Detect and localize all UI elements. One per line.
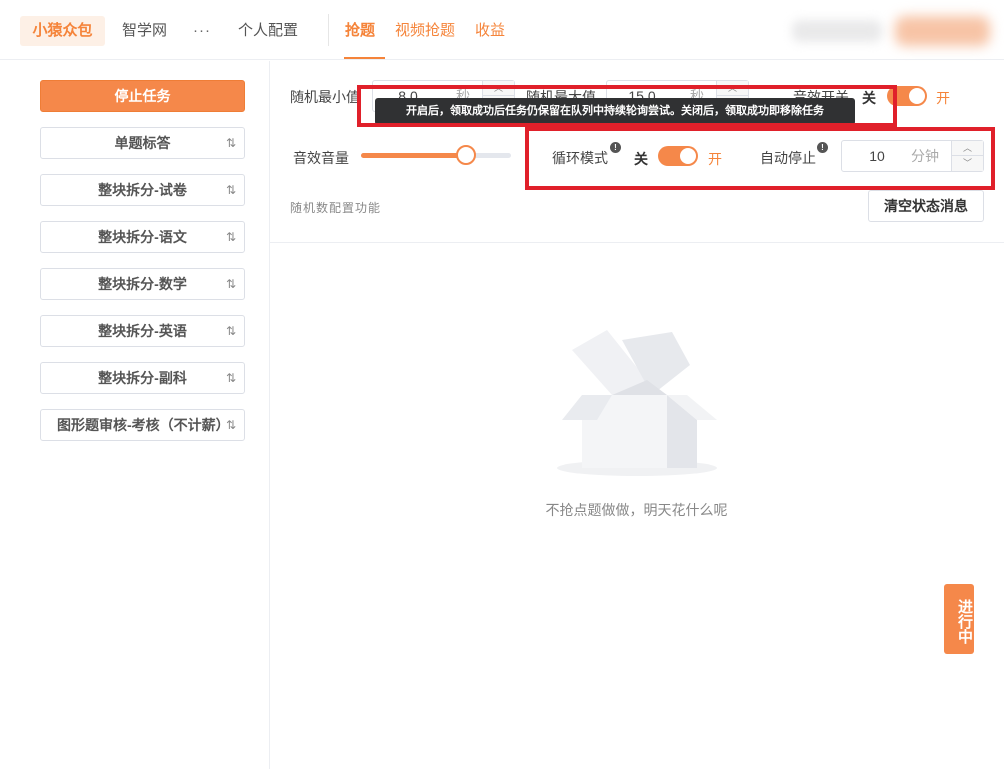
- loop-mode-label: 循环模式: [552, 150, 608, 166]
- task-button[interactable]: 整块拆分-英语 ⇅: [40, 315, 245, 347]
- blurred-account-info: [792, 20, 882, 42]
- sort-icon: ⇅: [225, 230, 236, 244]
- nav-brand-xiaoyuan[interactable]: 小猿众包: [20, 16, 105, 46]
- top-nav: 小猿众包 智学网 ··· 个人配置 抢题 视频抢题 收益: [0, 0, 1004, 60]
- stop-task-button[interactable]: 停止任务: [40, 80, 245, 112]
- task-button[interactable]: 整块拆分-副科 ⇅: [40, 362, 245, 394]
- clear-status-button[interactable]: 清空状态消息: [868, 190, 984, 222]
- empty-box-illustration: [557, 330, 717, 476]
- sound-on-label: 开: [936, 90, 950, 106]
- auto-stop-label: 自动停止: [760, 150, 816, 166]
- highlight-box-tooltip: [357, 85, 897, 127]
- task-button[interactable]: 整块拆分-语文 ⇅: [40, 221, 245, 253]
- nav-divider: [328, 14, 329, 46]
- stepper-down-icon[interactable]: ﹀: [952, 156, 983, 171]
- auto-stop-value: 10: [869, 148, 885, 164]
- volume-label: 音效音量: [293, 150, 349, 166]
- tab-grab[interactable]: 抢题: [345, 16, 375, 46]
- loop-off-label: 关: [634, 151, 648, 167]
- task-sidebar: 停止任务 单题标答 ⇅ 整块拆分-试卷 ⇅ 整块拆分-语文 ⇅ 整块拆分-数学 …: [0, 61, 270, 769]
- random-min-label: 随机最小值: [290, 89, 360, 105]
- auto-stop-info-icon[interactable]: !: [817, 142, 828, 153]
- task-label: 整块拆分-试卷: [98, 182, 187, 198]
- sort-icon: ⇅: [225, 136, 236, 150]
- running-status-badge[interactable]: 进行中: [944, 584, 974, 654]
- empty-state-message: 不抢点题做做，明天花什么呢: [545, 502, 728, 518]
- task-label: 单题标答: [114, 135, 171, 151]
- task-button[interactable]: 单题标答 ⇅: [40, 127, 245, 159]
- task-label: 整块拆分-数学: [98, 276, 187, 292]
- nav-personal-config[interactable]: 个人配置: [238, 16, 298, 46]
- random-config-link[interactable]: 随机数配置功能: [290, 199, 381, 216]
- auto-stop-input[interactable]: 10 分钟 ︿ ﹀: [841, 140, 984, 172]
- task-label: 图形题审核-考核（不计薪）: [57, 417, 230, 433]
- volume-slider-fill: [361, 153, 466, 158]
- blurred-user-button[interactable]: [895, 16, 990, 46]
- tab-active-indicator: [344, 57, 385, 59]
- task-button[interactable]: 图形题审核-考核（不计薪） ⇅: [40, 409, 245, 441]
- sort-icon: ⇅: [225, 183, 236, 197]
- sort-icon: ⇅: [225, 418, 236, 432]
- stepper-up-icon[interactable]: ︿: [952, 141, 983, 156]
- tab-video-grab[interactable]: 视频抢题: [395, 16, 455, 46]
- task-label: 整块拆分-语文: [98, 229, 187, 245]
- task-button[interactable]: 整块拆分-试卷 ⇅: [40, 174, 245, 206]
- volume-slider-handle[interactable]: [456, 145, 476, 165]
- loop-mode-toggle[interactable]: [658, 146, 698, 166]
- sort-icon: ⇅: [225, 371, 236, 385]
- auto-stop-stepper[interactable]: ︿ ﹀: [951, 141, 983, 171]
- nav-zhixue[interactable]: 智学网: [122, 16, 167, 46]
- sort-icon: ⇅: [225, 277, 236, 291]
- sort-icon: ⇅: [225, 324, 236, 338]
- tab-income[interactable]: 收益: [475, 16, 505, 46]
- task-button[interactable]: 整块拆分-数学 ⇅: [40, 268, 245, 300]
- section-divider: [270, 242, 1004, 243]
- loop-mode-info-icon[interactable]: !: [610, 142, 621, 153]
- loop-on-label: 开: [708, 151, 722, 167]
- auto-stop-unit: 分钟: [911, 148, 939, 164]
- task-label: 整块拆分-英语: [98, 323, 187, 339]
- task-label: 整块拆分-副科: [98, 370, 187, 386]
- volume-slider[interactable]: [361, 145, 511, 165]
- nav-more[interactable]: ···: [193, 16, 211, 46]
